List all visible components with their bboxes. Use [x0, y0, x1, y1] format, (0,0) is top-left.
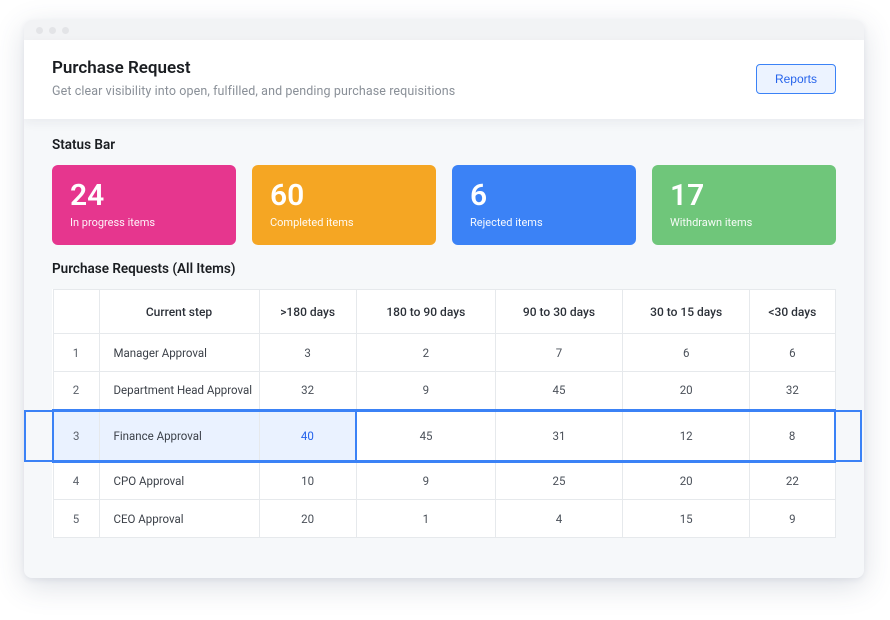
- row-index: 4: [53, 462, 99, 500]
- cell[interactable]: 32: [750, 372, 835, 410]
- col-90-30: 90 to 30 days: [495, 290, 622, 334]
- page-header: Purchase Request Get clear visibility in…: [24, 40, 864, 119]
- cell[interactable]: 40: [259, 410, 356, 462]
- cell[interactable]: 15: [623, 500, 750, 538]
- table-row[interactable]: 4CPO Approval109252022: [53, 462, 835, 500]
- col-180-90: 180 to 90 days: [356, 290, 495, 334]
- status-card-label: Completed items: [270, 216, 418, 229]
- cell[interactable]: 9: [356, 372, 495, 410]
- cell[interactable]: 1: [356, 500, 495, 538]
- cell[interactable]: 9: [750, 500, 835, 538]
- col-index: [53, 290, 99, 334]
- cell[interactable]: 20: [259, 500, 356, 538]
- status-card-value: 60: [270, 179, 418, 212]
- table-title: Purchase Requests (All Items): [52, 261, 836, 277]
- cell[interactable]: 20: [623, 372, 750, 410]
- app-window: Purchase Request Get clear visibility in…: [24, 20, 864, 578]
- row-index: 3: [53, 410, 99, 462]
- status-card-value: 17: [670, 179, 818, 212]
- row-index: 2: [53, 372, 99, 410]
- cell[interactable]: 20: [623, 462, 750, 500]
- traffic-light-minimize-icon[interactable]: [49, 27, 56, 34]
- cell[interactable]: 2: [356, 334, 495, 372]
- col-30-15: 30 to 15 days: [623, 290, 750, 334]
- cell[interactable]: 4: [495, 500, 622, 538]
- cell[interactable]: 6: [623, 334, 750, 372]
- status-card-completed[interactable]: 60 Completed items: [252, 165, 436, 245]
- cell[interactable]: 3: [259, 334, 356, 372]
- cell[interactable]: 6: [750, 334, 835, 372]
- table-row[interactable]: 1Manager Approval32766: [53, 334, 835, 372]
- status-card-withdrawn[interactable]: 17 Withdrawn items: [652, 165, 836, 245]
- row-step: CEO Approval: [99, 500, 259, 538]
- status-bar-title: Status Bar: [52, 137, 836, 153]
- row-index: 1: [53, 334, 99, 372]
- row-step: Manager Approval: [99, 334, 259, 372]
- table-container: Current step >180 days 180 to 90 days 90…: [52, 289, 836, 538]
- cell[interactable]: 8: [750, 410, 835, 462]
- purchase-requests-section: Purchase Requests (All Items) Current st…: [24, 261, 864, 560]
- col-lt-30: <30 days: [750, 290, 835, 334]
- status-card-in-progress[interactable]: 24 In progress items: [52, 165, 236, 245]
- table-header-row: Current step >180 days 180 to 90 days 90…: [53, 290, 835, 334]
- status-bar-section: Status Bar 24 In progress items 60 Compl…: [24, 119, 864, 247]
- cell[interactable]: 45: [356, 410, 495, 462]
- cell[interactable]: 25: [495, 462, 622, 500]
- window-titlebar: [24, 20, 864, 40]
- col-current-step: Current step: [99, 290, 259, 334]
- status-card-value: 24: [70, 179, 218, 212]
- status-card-label: Rejected items: [470, 216, 618, 229]
- row-index: 5: [53, 500, 99, 538]
- status-cards-row: 24 In progress items 60 Completed items …: [52, 165, 836, 245]
- cell[interactable]: 10: [259, 462, 356, 500]
- status-card-rejected[interactable]: 6 Rejected items: [452, 165, 636, 245]
- page-subtitle: Get clear visibility into open, fulfille…: [52, 84, 455, 99]
- row-step: CPO Approval: [99, 462, 259, 500]
- cell[interactable]: 12: [623, 410, 750, 462]
- cell[interactable]: 22: [750, 462, 835, 500]
- row-step: Finance Approval: [99, 410, 259, 462]
- table-row[interactable]: 3Finance Approval404531128: [53, 410, 835, 462]
- cell[interactable]: 45: [495, 372, 622, 410]
- cell[interactable]: 9: [356, 462, 495, 500]
- status-card-label: In progress items: [70, 216, 218, 229]
- cell[interactable]: 32: [259, 372, 356, 410]
- cell[interactable]: 7: [495, 334, 622, 372]
- table-row[interactable]: 5CEO Approval2014159: [53, 500, 835, 538]
- status-card-label: Withdrawn items: [670, 216, 818, 229]
- purchase-requests-table: Current step >180 days 180 to 90 days 90…: [52, 289, 836, 538]
- cell[interactable]: 31: [495, 410, 622, 462]
- row-step: Department Head Approval: [99, 372, 259, 410]
- reports-button[interactable]: Reports: [756, 64, 836, 94]
- status-card-value: 6: [470, 179, 618, 212]
- col-gt-180: >180 days: [259, 290, 356, 334]
- traffic-light-zoom-icon[interactable]: [62, 27, 69, 34]
- page-title: Purchase Request: [52, 58, 455, 78]
- table-row[interactable]: 2Department Head Approval329452032: [53, 372, 835, 410]
- traffic-light-close-icon[interactable]: [36, 27, 43, 34]
